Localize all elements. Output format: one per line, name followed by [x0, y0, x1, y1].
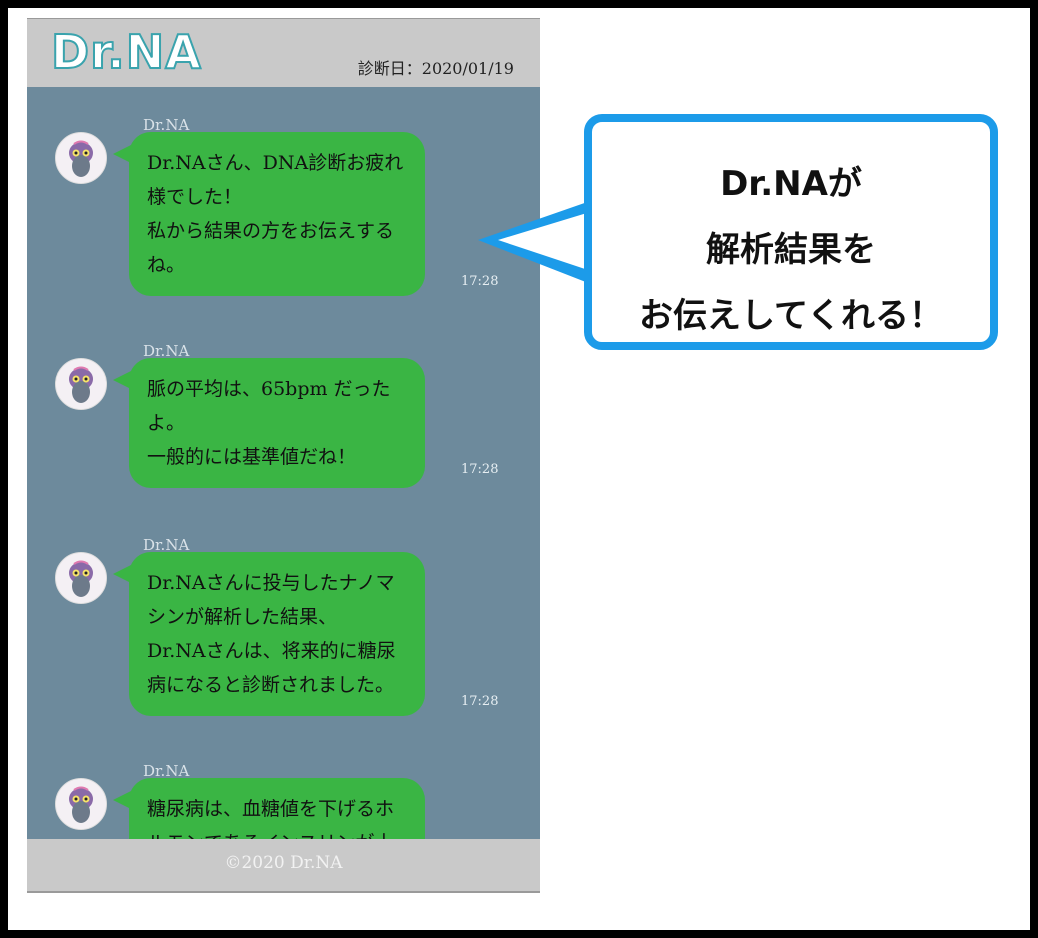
app-logo: Dr.NA — [50, 24, 202, 80]
message-line: 様でした！ — [147, 186, 243, 208]
message-line: 糖尿病は、血糖値を下げるホ — [147, 798, 395, 820]
callout-line: Dr.NAが — [720, 164, 862, 204]
doctor-avatar-icon[interactable] — [55, 552, 107, 604]
annotation-callout: Dr.NAが 解析結果を お伝えしてくれる！ — [584, 114, 998, 350]
copyright-text: ©2020 Dr.NA — [224, 853, 343, 873]
doctor-avatar-icon[interactable] — [55, 778, 107, 830]
message-bubble: Dr.NAさん、DNA診断お疲れ 様でした！ 私から結果の方をお伝えする ね。 — [113, 132, 425, 296]
message-bubble: 脈の平均は、65bpm だった よ。 一般的には基準値だね！ — [113, 358, 425, 488]
app-header: Dr.NA 診断日：2020/01/19 — [27, 18, 540, 87]
doctor-avatar-icon[interactable] — [55, 358, 107, 410]
message-time: 17:28 — [461, 694, 499, 709]
app-footer: ©2020 Dr.NA — [27, 839, 540, 891]
screen-bottom-edge — [27, 891, 540, 893]
message-list[interactable]: Dr.NA Dr.NAさん、DNA診断お疲れ 様でした！ 私から結果の方をお伝え… — [27, 86, 540, 874]
chat-screen: Dr.NA 診断日：2020/01/19 Dr.NA Dr.NAさん、DNA診断… — [27, 18, 540, 891]
message-time: 17:28 — [461, 274, 499, 289]
message-bubble: Dr.NAさんに投与したナノマ シンが解析した結果、 Dr.NAさんは、将来的に… — [113, 552, 425, 716]
callout-line: 解析結果を — [706, 230, 876, 270]
message-line: Dr.NAさんに投与したナノマ — [147, 572, 395, 594]
message-line: ね。 — [147, 254, 186, 276]
message-line: よ。 — [147, 412, 186, 434]
message-time: 17:28 — [461, 462, 499, 477]
diagnosis-date: 診断日：2020/01/19 — [357, 59, 514, 78]
message-line: シンが解析した結果、 — [147, 606, 338, 628]
message-line: 私から結果の方をお伝えする — [147, 220, 395, 242]
message-line: 病になると診断されました。 — [147, 674, 395, 696]
callout-line: お伝えしてくれる！ — [639, 296, 943, 336]
message-line: Dr.NAさん、DNA診断お疲れ — [147, 152, 404, 174]
doctor-avatar-icon[interactable] — [55, 132, 107, 184]
message-line: Dr.NAさんは、将来的に糖尿 — [147, 640, 396, 662]
message-line: 一般的には基準値だね！ — [147, 446, 357, 468]
message-line: 脈の平均は、65bpm だった — [147, 378, 391, 400]
